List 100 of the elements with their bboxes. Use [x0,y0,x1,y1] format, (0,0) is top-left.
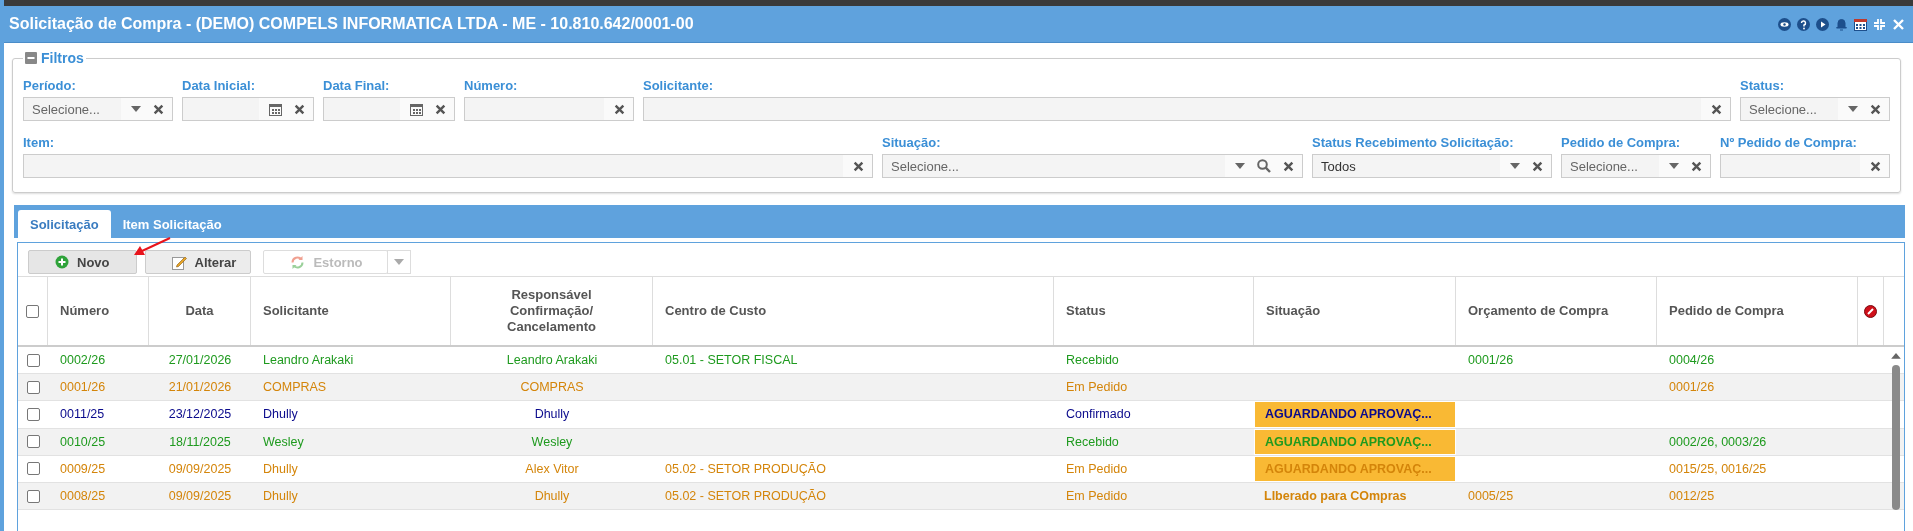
no-entry-icon[interactable] [1864,304,1877,318]
table-cell: 0012/25 [1669,489,1715,504]
table-cell: Wesley [531,434,573,449]
table-row[interactable]: 0011/25 23/12/2025 Dhully Dhully Confirmado AGUARDANDO APROVAÇ... [18,401,1904,429]
date-field[interactable] [182,97,314,121]
input-field[interactable] [1720,154,1890,178]
compress-icon[interactable] [1873,17,1886,31]
field-label: Número: [464,78,519,93]
select-field[interactable]: Selecione... [1740,97,1890,121]
select-field[interactable]: Todos [1312,154,1552,178]
arrow-annotation [132,236,172,258]
clear-icon[interactable] [614,103,625,115]
status-label: AGUARDANDO APROVAÇ... [1254,401,1456,428]
table-cell: 05.01 - SETOR FISCAL [665,353,798,368]
table-cell: 0002/26 [60,353,106,368]
table-cell: COMPRAS [263,380,327,395]
input-field[interactable] [643,97,1731,121]
table-cell: 05.02 - SETOR PRODUÇÃO [665,489,826,504]
clear-icon[interactable] [1691,160,1702,172]
clear-icon[interactable] [435,103,446,115]
caret-icon[interactable] [1235,163,1245,169]
table-cell: Dhully [263,407,298,422]
toolbar-button[interactable]: Novo [28,250,137,274]
table-cell: Wesley [263,434,304,449]
table-cell: Recebido [1066,434,1119,449]
table-row[interactable]: 0010/25 18/11/2025 Wesley Wesley Recebido AGUARDANDO APROVAÇ... 0002/26, 0003/26 [18,428,1904,456]
bell-icon[interactable] [1835,17,1848,31]
table-cell: 0011/25 [60,407,105,422]
plus-icon [55,255,69,269]
checkbox[interactable] [26,407,40,421]
status-label: LIberado para COmpras [1263,488,1408,506]
table-cell: 18/11/2025 [169,434,231,449]
pencil-icon [171,254,187,270]
select-field[interactable]: Selecione... [23,97,173,121]
table-cell: Dhully [534,407,570,422]
checkbox[interactable] [26,380,40,394]
clear-icon[interactable] [853,160,864,172]
play-icon[interactable] [1816,17,1829,31]
clear-icon[interactable] [294,103,305,115]
scroll-up-icon[interactable] [1890,353,1901,359]
field-label: Item: [23,135,56,150]
calendar-icon[interactable] [1854,17,1867,31]
column-header: Pedido de Compra [1669,303,1784,319]
caret-icon[interactable] [131,106,141,112]
table-cell: 0001/26 [1669,380,1715,395]
field-label: Status: [1740,78,1786,93]
input-field[interactable] [23,154,873,178]
search-icon[interactable] [1257,159,1271,173]
table-cell: 0009/25 [60,461,106,476]
clear-icon[interactable] [1870,103,1881,115]
table-cell: Leandro Arakaki [263,353,354,368]
table-cell: Dhully [263,489,298,504]
column-header: Centro de Custo [665,303,767,319]
field-label: Solicitante: [643,78,715,93]
calendar-icon[interactable] [269,102,282,116]
clear-icon[interactable] [1283,160,1294,172]
checkbox[interactable] [26,462,40,476]
table-cell: 23/12/2025 [168,407,232,422]
caret-icon[interactable] [1669,163,1679,169]
table-cell: 05.02 - SETOR PRODUÇÃO [665,461,826,476]
select-field[interactable]: Selecione... [882,154,1303,178]
field-label: Período: [23,78,77,93]
column-header: Responsável Confirmação/ Cancelamento [506,287,597,335]
column-header: Status [1066,303,1106,319]
table-cell: Recebido [1066,353,1119,368]
table-cell: 21/01/2026 [168,380,232,395]
caret-icon[interactable] [1848,106,1858,112]
clear-icon[interactable] [1711,103,1722,115]
calendar-icon[interactable] [410,102,423,116]
checkbox[interactable] [26,489,40,503]
help-icon[interactable] [1797,17,1810,31]
field-label: Data Inicial: [182,78,256,93]
table-cell: Alex Vitor [525,461,579,476]
clear-icon[interactable] [153,103,164,115]
table-cell: 0008/25 [60,489,106,504]
status-label: AGUARDANDO APROVAÇ... [1254,428,1456,455]
table-cell: Dhully [534,489,570,504]
table-cell: 0001/26 [60,380,106,395]
table-cell: COMPRAS [520,380,584,395]
caret-icon[interactable] [1510,163,1520,169]
checkbox[interactable] [26,304,39,318]
clear-icon[interactable] [1532,160,1543,172]
table-cell: Leandro Arakaki [506,353,598,368]
select-field[interactable]: Selecione... [1561,154,1711,178]
eye-icon[interactable] [1778,17,1791,31]
column-header: Data [185,303,214,319]
checkbox[interactable] [26,435,40,449]
checkbox[interactable] [26,353,40,367]
table-cell: Dhully [263,461,298,476]
tab[interactable]: Item Solicitação [110,210,234,238]
input-field[interactable] [464,97,634,121]
clear-icon[interactable] [1870,160,1881,172]
table-cell: 0001/26 [1468,353,1514,368]
tab[interactable]: Solicitação [18,210,111,238]
table-cell: 09/09/2025 [168,461,232,476]
date-field[interactable] [323,97,455,121]
close-icon[interactable] [1892,17,1905,31]
collapse-icon[interactable] [25,52,37,64]
column-header: Solicitante [263,303,329,319]
toolbar-button[interactable]: Alterar [144,250,252,274]
